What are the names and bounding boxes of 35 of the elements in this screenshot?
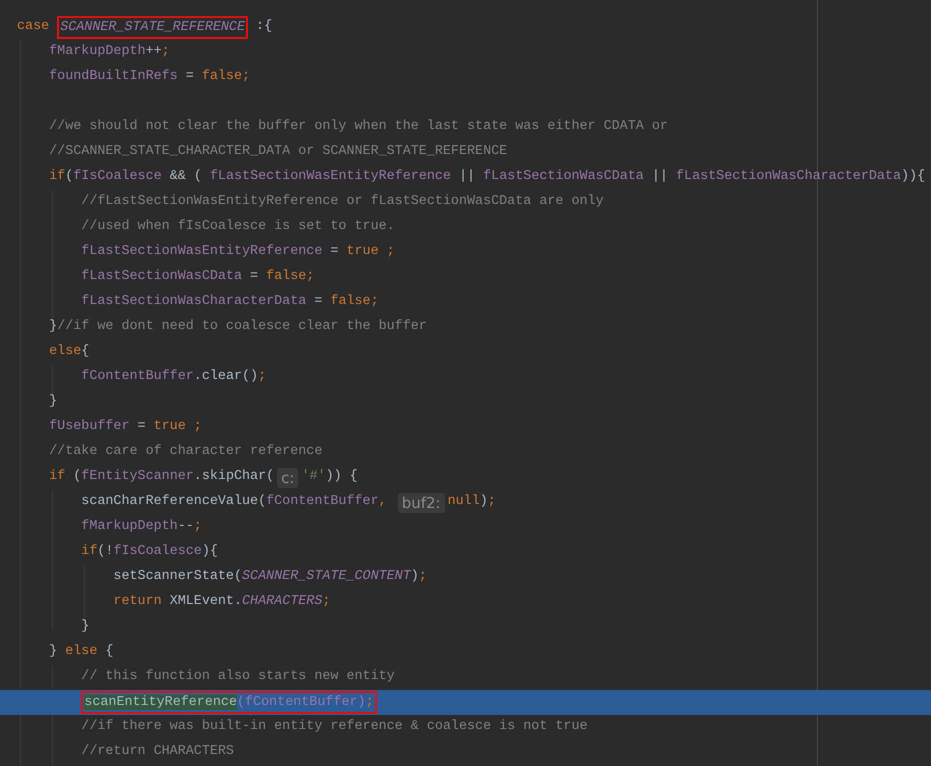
code-text: //SCANNER_STATE_CHARACTER_DATA or SCANNER_STATE_REFERENCE xyxy=(48,143,508,162)
code-text: else{ xyxy=(48,343,90,362)
inlay-hint: c: xyxy=(277,468,298,488)
code-text: fContentBuffer.clear(); xyxy=(80,368,266,386)
inlay-hint: buf2: xyxy=(398,492,445,512)
code-text: fLastSectionWasEntityReference = true ; xyxy=(80,243,395,262)
code-text: //return CHARACTERS xyxy=(80,743,234,762)
code-text: case xyxy=(17,18,50,36)
code-text: foundBuiltInRefs = false; xyxy=(48,68,250,86)
code-text: } xyxy=(48,393,58,412)
code-text: return XMLEvent.CHARACTERS; xyxy=(112,593,330,612)
annotation-box: SCANNER_STATE_REFERENCE xyxy=(57,16,248,39)
code-text: null); xyxy=(448,493,496,512)
code-text: scanCharReferenceValue(fContentBuffer, xyxy=(80,493,388,512)
code-text: } else { xyxy=(48,643,114,662)
code-text: fLastSectionWasCharacterData = false; xyxy=(80,293,379,312)
code-text: fUsebuffer = true ; xyxy=(48,418,202,436)
code-text: //we should not clear the buffer only when the last state was either CDATA or xyxy=(48,118,668,136)
code-text: fLastSectionWasCData = false; xyxy=(80,268,314,286)
code-text: }//if we dont need to coalesce clear the buffer xyxy=(48,318,427,336)
code-text: :{ xyxy=(255,18,272,36)
annotation-box: scanEntityReference(fContentBuffer); xyxy=(81,691,377,714)
code-text: if (fEntityScanner.skipChar( xyxy=(48,468,274,486)
code-text: // this function also starts new entity xyxy=(80,668,395,686)
code-text: //take care of character reference xyxy=(48,443,322,462)
code-text: '#')) { xyxy=(301,468,358,486)
code-text: if(fIsCoalesce && ( fLastSectionWasEntityReference || fLastSectionWasCData || fLastSectionWasCharacterData)){ xyxy=(48,168,926,186)
code-text: //used when fIsCoalesce is set to true. xyxy=(80,218,395,236)
code-text: //fLastSectionWasEntityReference or fLastSectionWasCData are only xyxy=(80,193,604,212)
code-text: fMarkupDepth--; xyxy=(80,518,202,536)
code-text: //if there was built-in entity reference & coalesce is not true xyxy=(80,718,588,736)
code-text: } xyxy=(80,618,90,636)
code-text: fMarkupDepth++; xyxy=(48,43,170,62)
code-text: if(!fIsCoalesce){ xyxy=(80,543,218,562)
code-text: setScannerState(SCANNER_STATE_CONTENT); xyxy=(112,568,427,586)
